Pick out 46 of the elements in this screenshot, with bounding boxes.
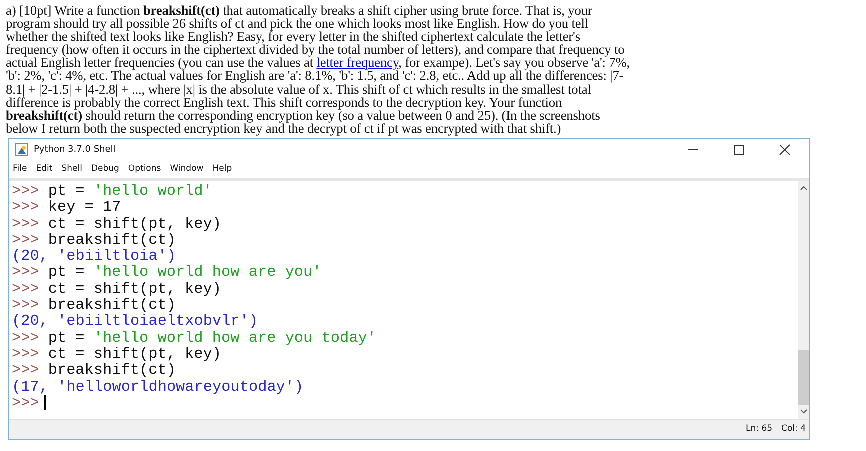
code-text: pt = <box>48 264 85 281</box>
maximize-icon[interactable] <box>733 144 745 156</box>
prompt: >>> <box>12 362 40 378</box>
string-literal: 'hello world how are you' <box>94 264 322 281</box>
prompt: >>> <box>12 232 40 248</box>
prompt: >>> <box>12 216 40 232</box>
menu-item[interactable]: Shell <box>62 164 82 174</box>
python-file-icon <box>15 142 29 157</box>
menu-item[interactable]: File <box>13 164 28 174</box>
prompt: >>> <box>12 199 40 216</box>
output-text: (17, 'helloworldhowareyoutoday') <box>12 378 304 395</box>
window-title: Python 3.7.0 Shell <box>34 144 116 155</box>
prompt: >>> <box>12 346 40 362</box>
code-text: breakshift(ct) <box>48 297 176 314</box>
code-text: ct = shift(pt, key) <box>48 280 222 298</box>
prompt: >>> <box>12 330 40 346</box>
prompt: >>> <box>12 280 40 298</box>
code-text: key = 17 <box>48 199 122 216</box>
menu-item[interactable]: Options <box>128 164 162 174</box>
scrollbar-thumb[interactable] <box>798 350 809 405</box>
scrollbar[interactable] <box>798 180 809 419</box>
code-text: ct = shift(pt, key) <box>48 346 222 362</box>
column-number: Col: 4 <box>782 424 806 434</box>
question-text: a) [10pt] Write a function breakshift(ct) that automatically breaks a shift cipher using brute force. That is, your program should try all possible 26 shifts of ct and pick the one which looks most like English. How do you tell whether the shifted text looks like English? Easy, for every letter in the shifted ciphertext calculate the letter's frequency (how often it occurs in the ciphertext divided by the total number of letters), and compare that frequency to actual English letter frequencies (you can use the values at letter frequency, for exampe). Let's say you observe 'a': 7%, 'b': 2%, 'c': 4%, etc. The actual values for English are 'a': 8.1%, 'b': 1.5, and 'c': 2.8, etc.. Add up all the differences: |7-8.1| + |2-1.5| + |4-2.8| + ..., where |x| is the absolute value of x. This shift of ct which results in the smallest total difference is probably the correct English text. This shift corresponds to the decryption key. Your function breakshift(ct) should return the corresponding encryption key (so a value between 0 and 25). (In the screenshots below I return both the suspected encryption key and the decrypt of ct if pt was encrypted with that shift.) <box>5 2 632 135</box>
prompt: >>> <box>12 264 40 281</box>
scroll-down-icon[interactable] <box>800 408 808 415</box>
menu-item[interactable]: Edit <box>36 164 53 174</box>
letter-frequency-link[interactable]: letter frequency <box>316 55 399 70</box>
line-number: Ln: 65 <box>746 424 773 434</box>
code-text: pt = <box>48 330 86 346</box>
prompt: >>> <box>12 394 40 412</box>
prompt: >>> <box>12 182 40 200</box>
code-text: breakshift(ct) <box>48 232 176 248</box>
string-literal: 'hello world how are you today' <box>94 330 376 346</box>
string-literal: 'hello world' <box>94 182 212 200</box>
scroll-up-icon[interactable] <box>800 184 808 191</box>
code-text: ct = shift(pt, key) <box>48 216 222 232</box>
code-text: breakshift(ct) <box>48 362 176 378</box>
menu-item[interactable]: Window <box>170 164 204 174</box>
code-text: pt = <box>48 182 86 200</box>
menu-item[interactable]: Debug <box>91 164 120 174</box>
prompt: >>> <box>12 297 40 314</box>
menu-item[interactable]: Help <box>212 164 232 174</box>
close-icon[interactable] <box>779 144 791 156</box>
output-text: (20, 'ebiiltloiaeltxobvlr') <box>12 313 258 330</box>
output-text: (20, 'ebiiltloia') <box>12 248 176 264</box>
